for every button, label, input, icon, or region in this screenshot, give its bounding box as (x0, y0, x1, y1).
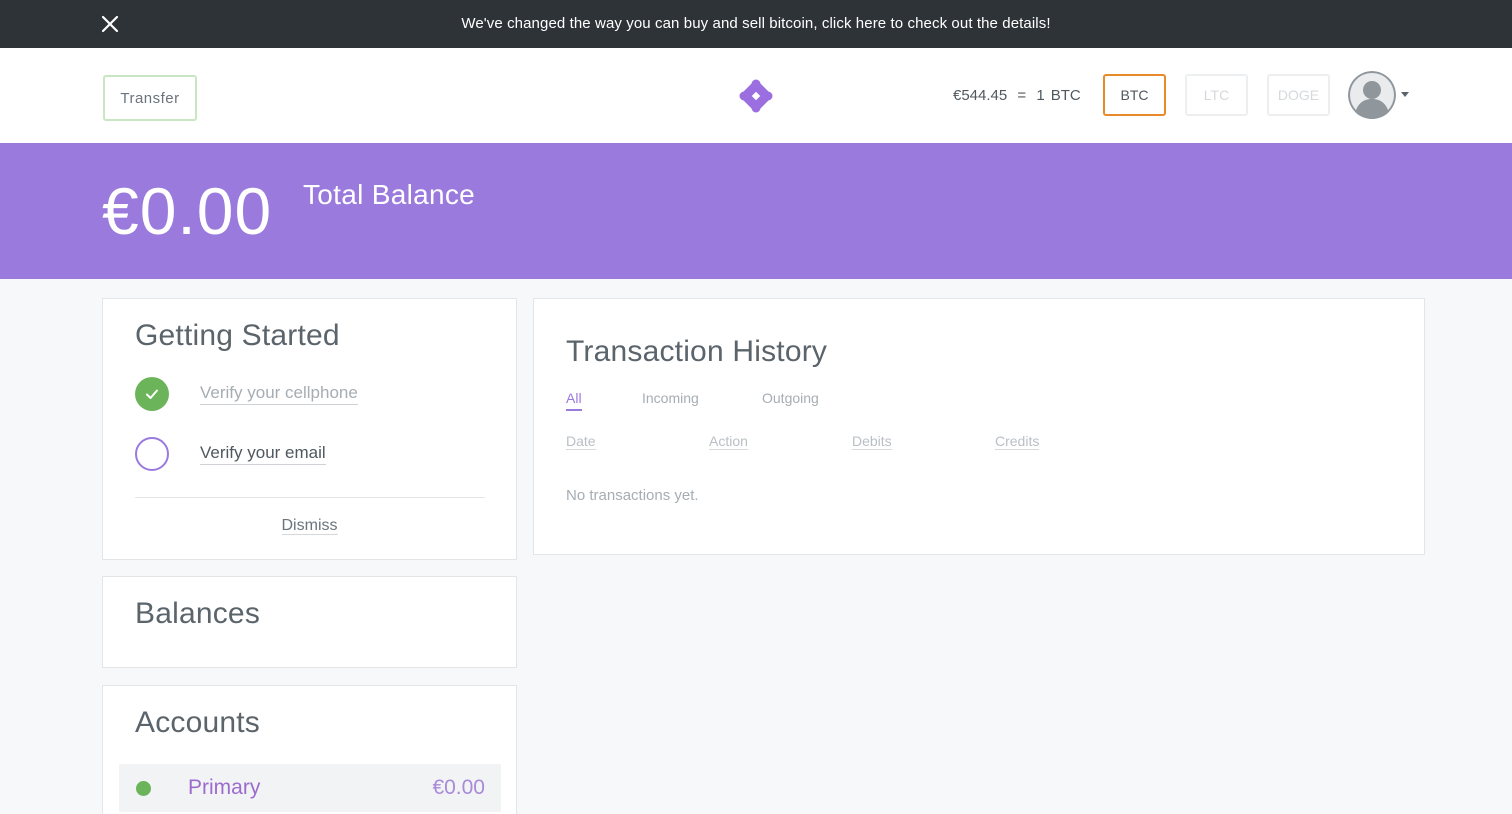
status-dot-icon (136, 781, 151, 796)
getting-started-title: Getting Started (135, 319, 340, 352)
account-name: Primary (188, 776, 261, 799)
announcement-bar: We've changed the way you can buy and se… (0, 0, 1512, 48)
total-balance-amount: €0.00 (102, 174, 273, 248)
task-label[interactable]: Verify your cellphone (200, 383, 358, 405)
accounts-title: Accounts (135, 706, 260, 739)
tab-incoming[interactable]: Incoming (642, 390, 699, 406)
currency-doge-button[interactable]: DOGE (1267, 74, 1330, 116)
currency-ltc-button[interactable]: LTC (1185, 74, 1248, 116)
rate-crypto-amount: 1 (1036, 87, 1045, 104)
check-icon (135, 377, 169, 411)
getting-started-card: Getting Started Verify your cellphone Ve… (102, 298, 517, 560)
tab-all[interactable]: All (566, 390, 582, 411)
column-date[interactable]: Date (566, 433, 596, 450)
divider (135, 497, 485, 498)
total-balance-label: Total Balance (303, 179, 476, 210)
column-action[interactable]: Action (709, 433, 748, 450)
exchange-rate: €544.45 = 1 BTC (953, 87, 1087, 104)
rate-equals: = (1017, 87, 1027, 104)
column-debits[interactable]: Debits (852, 433, 892, 450)
task-verify-cellphone[interactable]: Verify your cellphone (135, 377, 358, 411)
announcement-message[interactable]: We've changed the way you can buy and se… (0, 15, 1512, 32)
balances-card: Balances (102, 576, 517, 668)
transaction-history-card: Transaction History All Incoming Outgoin… (533, 298, 1425, 555)
account-balance: €0.00 (432, 776, 485, 799)
user-avatar-icon[interactable] (1348, 71, 1396, 119)
rate-crypto-code: BTC (1050, 87, 1081, 104)
empty-circle-icon (135, 437, 169, 471)
currency-btc-button[interactable]: BTC (1103, 74, 1166, 116)
diamond-logo-icon[interactable] (738, 78, 774, 114)
transaction-history-title: Transaction History (566, 335, 828, 368)
task-label[interactable]: Verify your email (200, 443, 326, 465)
tab-outgoing[interactable]: Outgoing (762, 390, 819, 406)
accounts-card: Accounts Primary €0.00 (102, 685, 517, 814)
balances-title: Balances (135, 597, 261, 630)
empty-transactions-message: No transactions yet. (566, 487, 699, 504)
transfer-button[interactable]: Transfer (103, 75, 197, 121)
task-verify-email[interactable]: Verify your email (135, 437, 326, 471)
dismiss-link[interactable]: Dismiss (281, 517, 338, 535)
rate-fiat: €544.45 (953, 87, 1008, 104)
caret-down-icon[interactable] (1401, 92, 1409, 97)
column-credits[interactable]: Credits (995, 433, 1040, 450)
dismiss-container: Dismiss (103, 517, 516, 535)
account-row-primary[interactable]: Primary €0.00 (119, 764, 501, 812)
balance-hero: €0.00 Total Balance (0, 143, 1512, 279)
top-header: Transfer €544.45 = 1 BTC BTC LTC DOGE (0, 48, 1512, 143)
